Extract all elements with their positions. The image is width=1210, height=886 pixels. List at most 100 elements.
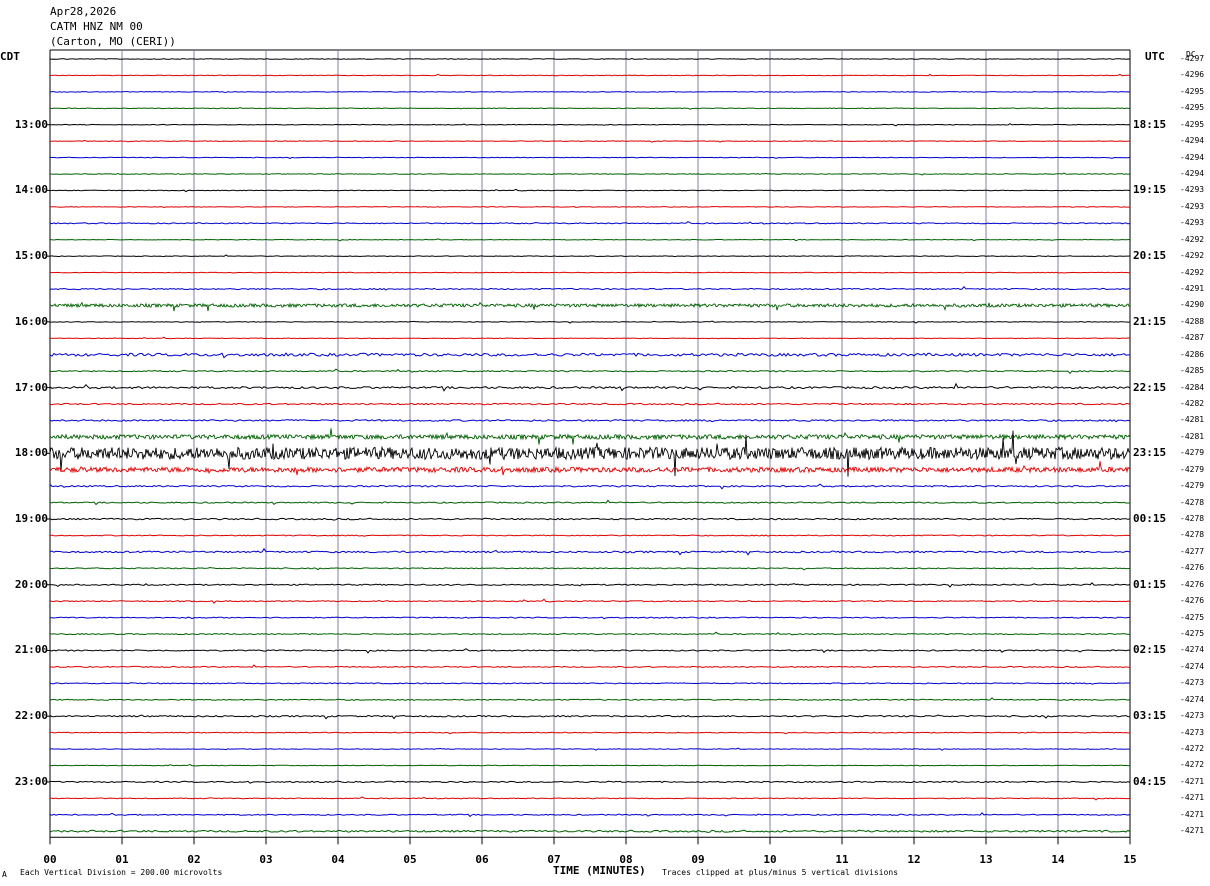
dc-offset-label: -4295 xyxy=(1180,103,1205,113)
dc-offset-label: -4281 xyxy=(1180,415,1205,425)
dc-offset-label: -4290 xyxy=(1180,300,1205,310)
trace-black xyxy=(50,320,1131,324)
trace-red xyxy=(49,598,1131,604)
trace-red xyxy=(49,73,1131,77)
dc-offset-label: -4274 xyxy=(1180,661,1205,671)
dc-offset-label: -4276 xyxy=(1180,579,1205,589)
x-tick-label: 11 xyxy=(835,853,849,866)
dc-offset-label: -4294 xyxy=(1180,152,1205,162)
clip-note: Traces clipped at plus/minus 5 vertical … xyxy=(662,868,899,877)
trace-black xyxy=(50,582,1131,588)
left-hour-label: 21:00 xyxy=(14,643,48,657)
trace-green xyxy=(49,697,1131,702)
right-hour-label: 04:15 xyxy=(1133,774,1167,788)
trace-green xyxy=(49,428,1131,445)
right-hour-label: 01:15 xyxy=(1133,577,1167,591)
dc-offset-label: -4297 xyxy=(1180,54,1205,63)
dc-offset-label: -4271 xyxy=(1180,809,1205,819)
trace-blue xyxy=(49,747,1130,751)
trace-black xyxy=(49,517,1131,521)
dc-offset-label: -4279 xyxy=(1180,448,1205,458)
left-hour-label: 18:00 xyxy=(14,446,48,460)
trace-red xyxy=(49,336,1131,340)
x-tick-label: 04 xyxy=(331,853,345,866)
dc-offset-label: -4288 xyxy=(1180,316,1205,326)
x-tick-label: 13 xyxy=(979,853,993,866)
dc-offset-label: -4276 xyxy=(1180,596,1205,606)
right-hour-label: 23:15 xyxy=(1133,446,1167,460)
dc-offset-label: -4274 xyxy=(1180,694,1205,704)
trace-green xyxy=(49,172,1131,176)
left-hour-label: 13:00 xyxy=(14,117,48,131)
x-tick-label: 14 xyxy=(1051,853,1065,866)
dc-offset-label: -4272 xyxy=(1180,744,1205,754)
dc-offset-label: -4292 xyxy=(1180,234,1205,244)
trace-black xyxy=(49,123,1131,127)
x-tick-label: 03 xyxy=(259,853,273,866)
x-tick-label: 15 xyxy=(1123,853,1137,866)
left-hour-label: 17:00 xyxy=(14,380,48,394)
right-hour-label: 22:15 xyxy=(1133,380,1167,394)
dc-offset-label: -4274 xyxy=(1180,645,1205,655)
dc-offset-label: -4271 xyxy=(1180,776,1205,786)
dc-offset-label: -4281 xyxy=(1180,431,1205,441)
trace-green xyxy=(49,301,1131,312)
dc-offset-label: -4293 xyxy=(1180,201,1205,211)
trace-green xyxy=(49,763,1131,767)
dc-offset-label: -4292 xyxy=(1180,251,1205,261)
dc-offset-label: -4279 xyxy=(1180,464,1205,474)
helicorder-plot xyxy=(46,49,1131,845)
dc-offset-label: -4273 xyxy=(1180,727,1205,737)
dc-offset-label: -4276 xyxy=(1180,563,1205,573)
trace-green xyxy=(49,238,1131,242)
dc-offset-label: -4279 xyxy=(1180,481,1205,491)
trace-red xyxy=(49,664,1131,669)
trace-red xyxy=(49,402,1131,406)
dc-offset-label: -4287 xyxy=(1180,333,1205,343)
trace-green xyxy=(49,829,1131,834)
dc-offset-label: -4271 xyxy=(1180,826,1205,836)
dc-offset-label: -4294 xyxy=(1180,169,1205,178)
x-tick-label: 10 xyxy=(763,853,777,866)
dc-offset-label: -4286 xyxy=(1180,349,1205,359)
dc-offset-label: -4277 xyxy=(1180,546,1205,556)
trace-black xyxy=(49,57,1131,60)
trace-blue xyxy=(49,156,1131,159)
left-hour-label: 14:00 xyxy=(14,183,48,197)
dc-offset-label: -4293 xyxy=(1180,185,1205,195)
x-tick-label: 09 xyxy=(691,853,705,866)
x-axis-title: TIME (MINUTES) xyxy=(553,864,646,877)
dc-offset-label: -4295 xyxy=(1180,119,1205,129)
right-hour-label: 21:15 xyxy=(1133,314,1167,328)
trace-blue xyxy=(49,483,1131,490)
dc-offset-label: -4295 xyxy=(1180,86,1205,96)
dc-offset-label: -4291 xyxy=(1180,284,1205,294)
dc-offset-label: -4284 xyxy=(1180,382,1205,392)
scale-note: Each Vertical Division = 200.00 microvol… xyxy=(20,868,223,877)
trace-blue xyxy=(49,220,1131,225)
trace-red xyxy=(49,205,1131,209)
x-tick-label: 02 xyxy=(187,853,201,866)
left-hour-label: 16:00 xyxy=(14,314,48,328)
trace-blue xyxy=(49,682,1131,685)
trace-black xyxy=(49,714,1131,720)
trace-blue xyxy=(49,419,1131,423)
right-hour-label: 02:15 xyxy=(1133,643,1167,657)
trace-green xyxy=(49,107,1131,110)
trace-blue xyxy=(49,91,1131,93)
dc-offset-label: -4292 xyxy=(1180,267,1205,277)
dc-offset-label: -4282 xyxy=(1180,399,1205,409)
left-hour-label: 23:00 xyxy=(14,774,48,788)
left-hour-label: 15:00 xyxy=(14,249,48,263)
right-hour-label: 03:15 xyxy=(1133,709,1167,723)
x-tick-label: 05 xyxy=(403,853,417,866)
trace-black xyxy=(49,188,1131,193)
dc-offset-label: -4275 xyxy=(1180,629,1205,639)
dc-offset-label: -4273 xyxy=(1180,711,1205,721)
trace-green xyxy=(49,566,1131,571)
dc-offset-label: -4285 xyxy=(1180,366,1205,376)
trace-red xyxy=(49,139,1131,143)
trace-red xyxy=(49,796,1131,801)
trace-black xyxy=(49,254,1131,258)
trace-blue xyxy=(49,547,1131,556)
